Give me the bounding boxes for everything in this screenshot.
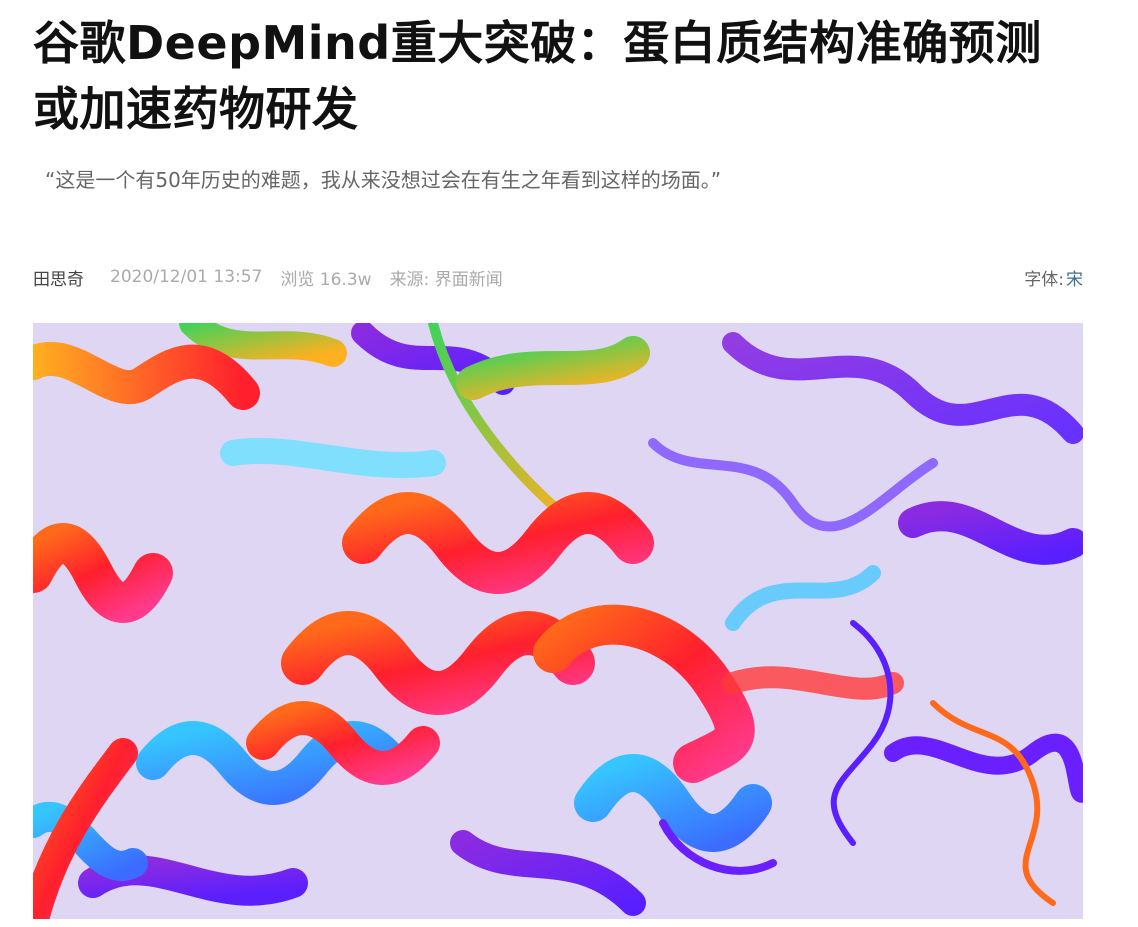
article-title: 谷歌DeepMind重大突破：蛋白质结构准确预测或加速药物研发: [33, 16, 1042, 136]
article-source: 来源: 界面新闻: [390, 265, 503, 290]
font-size-label: 字体:: [1024, 269, 1064, 290]
article-subtitle: “这是一个有50年历史的难题，我从来没想过会在有生之年看到这样的场面。”: [45, 168, 722, 192]
source-value: 界面新闻: [434, 269, 503, 290]
source-label: 来源:: [389, 269, 430, 290]
article-meta: 田思奇 2020/12/01 13:57 浏览 16.3w 来源: 界面新闻 字…: [33, 265, 1083, 290]
views-value: 16.3w: [319, 269, 372, 290]
protein-structure-illustration: [33, 323, 1083, 919]
publish-datetime: 2020/12/01 13:57: [110, 267, 263, 287]
font-toggle-button[interactable]: 宋: [1066, 265, 1083, 290]
article-page: 谷歌DeepMind重大突破：蛋白质结构准确预测或加速药物研发 “这是一个有50…: [0, 10, 1138, 927]
hero-image: [33, 323, 1083, 919]
view-count: 浏览 16.3w: [280, 265, 371, 290]
views-label: 浏览: [280, 269, 315, 290]
author-name[interactable]: 田思奇: [33, 265, 84, 290]
